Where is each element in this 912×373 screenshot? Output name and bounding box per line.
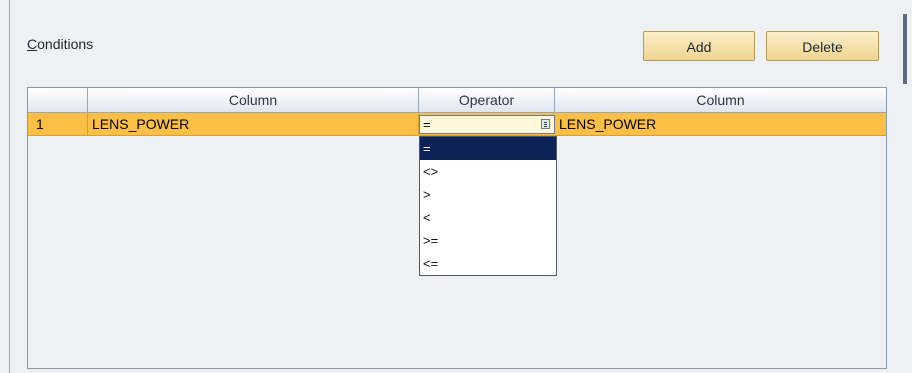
add-button[interactable]: Add <box>643 31 755 61</box>
operator-option-equal[interactable]: = <box>420 137 556 160</box>
conditions-table: Column Operator Column 1 LENS_POWER = LE… <box>27 87 887 369</box>
conditions-panel: Conditions Add Delete Column Operator Co… <box>9 0 902 373</box>
conditions-title-rest: onditions <box>37 36 94 52</box>
operator-option-not-equal[interactable]: <> <box>420 160 556 183</box>
column-right-cell[interactable]: LENS_POWER <box>555 113 886 135</box>
column-left-header[interactable]: Column <box>88 88 419 113</box>
row-selector-header[interactable] <box>28 88 88 113</box>
column-left-cell[interactable]: LENS_POWER <box>88 113 419 135</box>
dropdown-list-icon[interactable] <box>541 119 550 129</box>
scrollbar-edge[interactable] <box>903 14 907 84</box>
delete-button[interactable]: Delete <box>766 31 879 61</box>
operator-option-less-than[interactable]: < <box>420 206 556 229</box>
operator-dropdown-list[interactable]: = <> > < >= <= <box>419 136 557 276</box>
table-row[interactable]: 1 LENS_POWER = LENS_POWER <box>28 113 886 136</box>
operator-select[interactable]: = <box>419 115 555 134</box>
operator-header[interactable]: Operator <box>419 88 555 113</box>
row-number[interactable]: 1 <box>28 113 88 135</box>
operator-option-less-or-equal[interactable]: <= <box>420 252 556 275</box>
operator-option-greater-or-equal[interactable]: >= <box>420 229 556 252</box>
column-right-header[interactable]: Column <box>555 88 886 113</box>
operator-option-greater-than[interactable]: > <box>420 183 556 206</box>
operator-select-value: = <box>423 117 431 132</box>
conditions-title: Conditions <box>27 36 93 52</box>
conditions-title-accelerator: C <box>27 36 38 52</box>
